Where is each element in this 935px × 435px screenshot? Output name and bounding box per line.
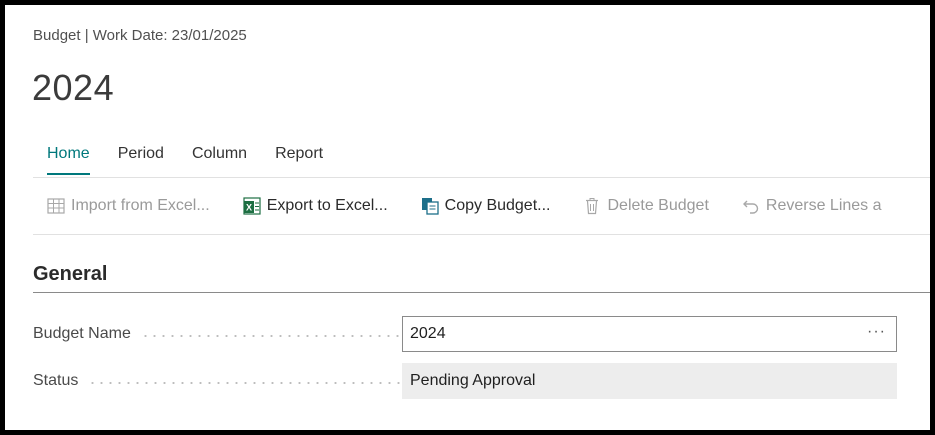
status-label-text: Status bbox=[33, 372, 79, 389]
budget-name-label-text: Budget Name bbox=[33, 325, 131, 342]
section-title-general[interactable]: General bbox=[33, 263, 107, 286]
reverse-lines-button[interactable]: Reverse Lines a bbox=[742, 193, 882, 219]
status-label: Status bbox=[33, 372, 403, 390]
tab-period[interactable]: Period bbox=[118, 145, 164, 175]
status-value: Pending Approval bbox=[410, 372, 536, 389]
tab-home[interactable]: Home bbox=[47, 145, 90, 175]
budget-name-field[interactable]: 2024 ··· bbox=[402, 316, 897, 352]
dotted-leader bbox=[140, 335, 403, 337]
copy-budget-button[interactable]: Copy Budget... bbox=[421, 193, 551, 219]
export-to-excel-button[interactable]: X Export to Excel... bbox=[243, 193, 388, 219]
reverse-lines-label: Reverse Lines a bbox=[765, 197, 882, 214]
trash-icon bbox=[583, 197, 601, 215]
svg-text:X: X bbox=[246, 203, 252, 213]
section-divider bbox=[33, 292, 930, 293]
tab-report[interactable]: Report bbox=[275, 145, 323, 175]
budget-name-label: Budget Name bbox=[33, 325, 403, 343]
export-excel-icon: X bbox=[243, 197, 261, 215]
export-to-excel-label: Export to Excel... bbox=[266, 197, 388, 214]
import-from-excel-label: Import from Excel... bbox=[71, 197, 210, 214]
lookup-ellipsis-button[interactable]: ··· bbox=[867, 323, 886, 341]
delete-budget-button[interactable]: Delete Budget bbox=[583, 193, 709, 219]
action-bar: Import from Excel... X Export to Excel..… bbox=[47, 193, 915, 219]
breadcrumb: Budget | Work Date: 23/01/2025 bbox=[33, 27, 247, 44]
page-title: 2024 bbox=[32, 67, 115, 108]
status-row: Status Pending Approval bbox=[33, 363, 903, 399]
action-bar-divider bbox=[33, 234, 930, 235]
undo-icon bbox=[742, 197, 760, 215]
import-excel-icon bbox=[47, 197, 65, 215]
budget-name-row: Budget Name 2024 ··· bbox=[33, 316, 903, 352]
copy-icon bbox=[421, 197, 439, 215]
tab-column[interactable]: Column bbox=[192, 145, 247, 175]
import-from-excel-button[interactable]: Import from Excel... bbox=[47, 193, 210, 219]
tab-divider bbox=[33, 177, 930, 178]
dotted-leader bbox=[88, 382, 403, 384]
delete-budget-label: Delete Budget bbox=[607, 197, 709, 214]
tab-bar: Home Period Column Report bbox=[33, 145, 351, 175]
budget-name-value: 2024 bbox=[410, 325, 446, 342]
copy-budget-label: Copy Budget... bbox=[444, 197, 551, 214]
window-frame: Budget | Work Date: 23/01/2025 2024 Home… bbox=[0, 0, 935, 435]
status-field: Pending Approval bbox=[402, 363, 897, 399]
